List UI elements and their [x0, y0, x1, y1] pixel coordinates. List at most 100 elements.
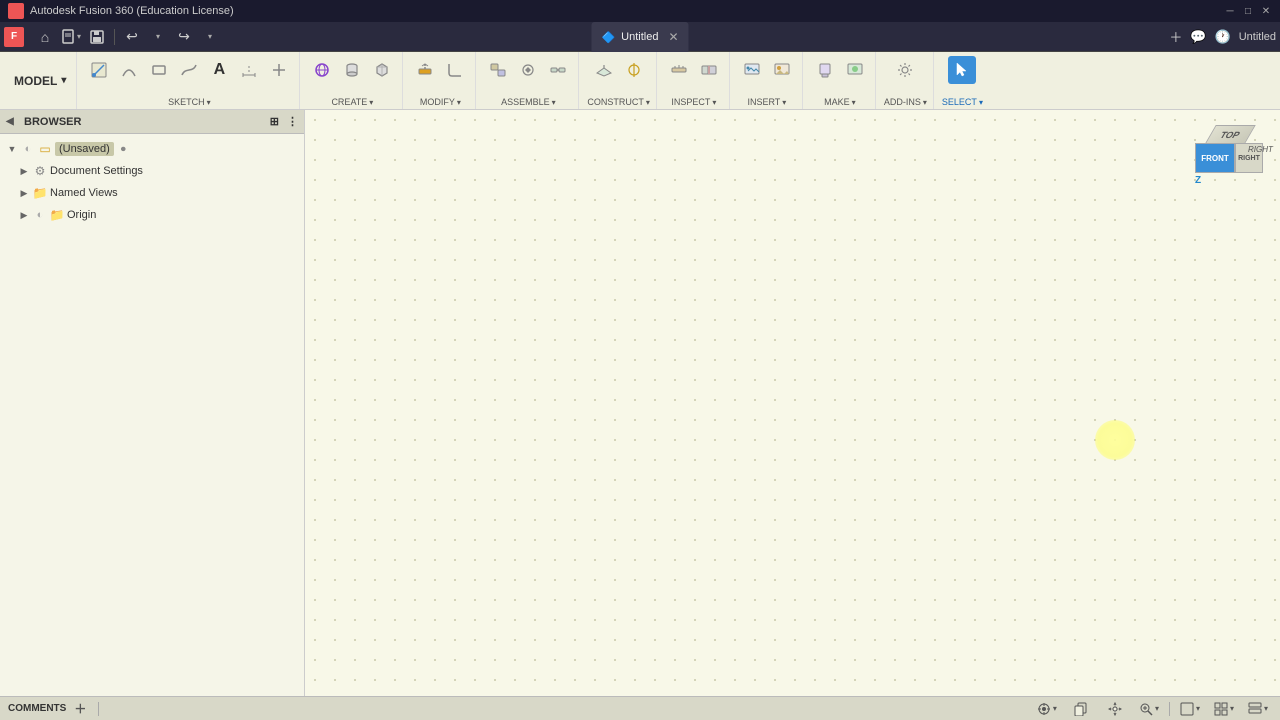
comments-add-button[interactable]: ＋: [70, 700, 90, 718]
select-button[interactable]: [948, 56, 976, 84]
make-label[interactable]: MAKE: [824, 95, 856, 107]
toolbar-group-addins: ADD-INS: [878, 52, 934, 109]
main-area: ◀ BROWSER ⊞ ⋮ ▼ ◐ ▭ (Unsaved) ⏺ ▶ ⚙ Docu…: [0, 110, 1280, 696]
inspect-label[interactable]: INSPECT: [671, 95, 716, 107]
tree-item-origin[interactable]: ▶ ◐ 📁 Origin: [0, 204, 304, 226]
rect-button[interactable]: [145, 56, 173, 84]
toolbar-group-insert: INSERT: [732, 52, 803, 109]
viewcube-container[interactable]: TOP FRONT RIGHT Z RIGHT: [1190, 120, 1270, 200]
tree-item-named-views[interactable]: ▶ 📁 Named Views: [0, 182, 304, 204]
make-render-button[interactable]: [841, 56, 869, 84]
inspect-measure-button[interactable]: [665, 56, 693, 84]
plus-button[interactable]: [265, 56, 293, 84]
browser-content: ▼ ◐ ▭ (Unsaved) ⏺ ▶ ⚙ Document Settings …: [0, 134, 304, 696]
make-3dprint-button[interactable]: [811, 56, 839, 84]
addins-label[interactable]: ADD-INS: [884, 95, 927, 107]
sketch-button[interactable]: [85, 56, 113, 84]
toolbar-group-construct: CONSTRUCT: [581, 52, 657, 109]
zoom-tool-button[interactable]: ▾: [1135, 699, 1163, 719]
root-record-icon[interactable]: ⏺: [121, 144, 126, 155]
canvas-viewport[interactable]: TOP FRONT RIGHT Z RIGHT: [305, 110, 1280, 696]
insert-canvas-button[interactable]: [738, 56, 766, 84]
add-tab-button[interactable]: ＋: [1169, 27, 1182, 46]
browser-collapse-button[interactable]: ◀: [6, 115, 20, 129]
browser-search-button[interactable]: ⊞: [270, 115, 279, 128]
pan-tool-button[interactable]: [1101, 699, 1129, 719]
create-solid-button[interactable]: [368, 56, 396, 84]
select-label[interactable]: SELECT: [942, 95, 983, 107]
snap-tool-button[interactable]: ▾: [1033, 699, 1061, 719]
create-label[interactable]: CREATE: [331, 95, 373, 107]
doc-settings-arrow[interactable]: ▶: [18, 165, 30, 177]
addins-settings-button[interactable]: [891, 56, 919, 84]
toolbar-group-modify: MODIFY: [405, 52, 476, 109]
named-views-label[interactable]: Named Views: [50, 187, 118, 199]
app-logo[interactable]: F: [4, 27, 24, 47]
create-globe-button[interactable]: [308, 56, 336, 84]
undo-button[interactable]: ↩: [119, 25, 145, 49]
sketch-label[interactable]: SKETCH: [168, 95, 211, 107]
modify-label[interactable]: MODIFY: [420, 95, 461, 107]
root-label[interactable]: (Unsaved): [55, 142, 114, 156]
construct-plane-button[interactable]: [590, 56, 618, 84]
assemble-motion-button[interactable]: [514, 56, 542, 84]
save-button[interactable]: [84, 25, 110, 49]
root-arrow[interactable]: ▼: [6, 143, 18, 155]
viewcube-front[interactable]: FRONT: [1195, 143, 1235, 173]
status-left: COMMENTS ＋: [8, 700, 103, 718]
status-right: ▾ ▾ ▾ ▾ ▾: [1033, 699, 1272, 719]
toolbar-group-inspect: INSPECT: [659, 52, 730, 109]
display-mode-button[interactable]: ▾: [1176, 699, 1204, 719]
modify-press-button[interactable]: [411, 56, 439, 84]
model-dropdown[interactable]: MODEL: [4, 52, 77, 109]
construct-label[interactable]: CONSTRUCT: [587, 95, 650, 107]
construct-axis-button[interactable]: [620, 56, 648, 84]
viewcube-top[interactable]: TOP: [1204, 125, 1256, 145]
text-button[interactable]: A: [205, 56, 233, 84]
browser-options-button[interactable]: ⋮: [287, 115, 298, 128]
history-button[interactable]: 🕐: [1215, 29, 1231, 45]
origin-label[interactable]: Origin: [67, 209, 96, 221]
redo-button[interactable]: ↪: [171, 25, 197, 49]
sidebar: ◀ BROWSER ⊞ ⋮ ▼ ◐ ▭ (Unsaved) ⏺ ▶ ⚙ Docu…: [0, 110, 305, 696]
arc-button[interactable]: [115, 56, 143, 84]
copy-tool-button[interactable]: [1067, 699, 1095, 719]
tab-untitled[interactable]: 🔷 Untitled ✕: [591, 22, 688, 52]
insert-label[interactable]: INSERT: [747, 95, 786, 107]
root-visibility-icon[interactable]: ◐: [21, 142, 35, 156]
tab-close-button[interactable]: ✕: [668, 30, 678, 44]
view-options-button[interactable]: ▾: [1244, 699, 1272, 719]
minimize-button[interactable]: ─: [1224, 5, 1236, 17]
spline-button[interactable]: [175, 56, 203, 84]
insert-image-button[interactable]: [768, 56, 796, 84]
assemble-joint-button[interactable]: [484, 56, 512, 84]
grid-button[interactable]: ▾: [1210, 699, 1238, 719]
window-controls: ─ □ ✕: [1224, 5, 1272, 17]
dimension-button[interactable]: [235, 56, 263, 84]
browser-header: ◀ BROWSER ⊞ ⋮: [0, 110, 304, 134]
origin-arrow[interactable]: ▶: [18, 209, 30, 221]
tree-item-root[interactable]: ▼ ◐ ▭ (Unsaved) ⏺: [0, 138, 304, 160]
named-views-arrow[interactable]: ▶: [18, 187, 30, 199]
create-cylinder-button[interactable]: [338, 56, 366, 84]
close-button[interactable]: ✕: [1260, 5, 1272, 17]
tree-item-doc-settings[interactable]: ▶ ⚙ Document Settings: [0, 160, 304, 182]
select-icons: [948, 56, 976, 84]
toolbar: MODEL A: [0, 52, 1280, 110]
assemble-contact-button[interactable]: [544, 56, 572, 84]
inspect-interference-button[interactable]: [695, 56, 723, 84]
modify-fillet-button[interactable]: [441, 56, 469, 84]
viewcube: TOP FRONT RIGHT Z RIGHT: [1190, 120, 1270, 200]
file-button[interactable]: ▾: [58, 25, 84, 49]
home-button[interactable]: ⌂: [32, 25, 58, 49]
status-sep: [98, 702, 99, 716]
notifications-button[interactable]: 💬: [1190, 29, 1206, 45]
redo-dropdown[interactable]: ▾: [197, 25, 223, 49]
maximize-button[interactable]: □: [1242, 5, 1254, 17]
assemble-icons: [484, 56, 572, 84]
undo-dropdown[interactable]: ▾: [145, 25, 171, 49]
toolbar-group-sketch: A SKETCH: [79, 52, 300, 109]
doc-settings-label[interactable]: Document Settings: [50, 165, 143, 177]
assemble-label[interactable]: ASSEMBLE: [501, 95, 556, 107]
origin-visibility-icon[interactable]: ◐: [33, 208, 47, 222]
